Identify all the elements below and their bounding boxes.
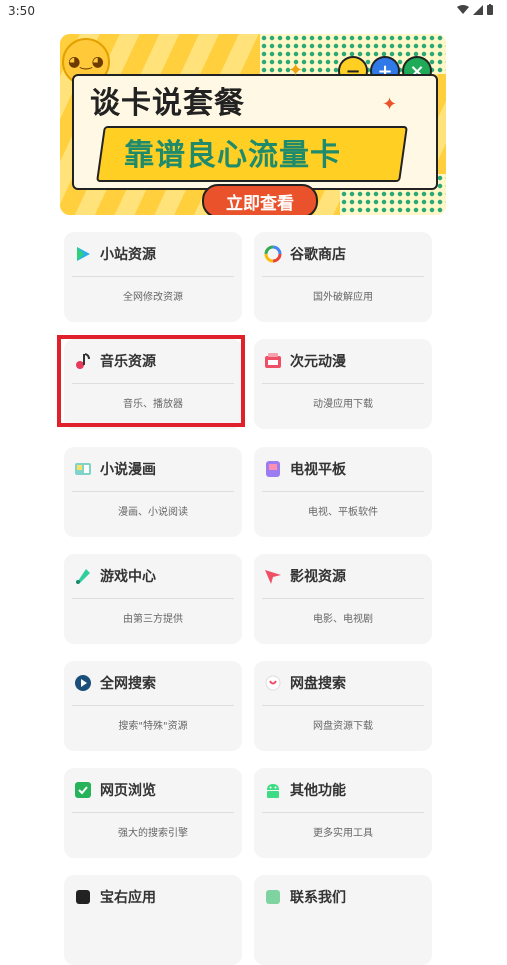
card-other-functions[interactable]: 其他功能 更多实用工具	[254, 768, 432, 858]
card-game-center[interactable]: 游戏中心 由第三方提供	[64, 554, 242, 644]
highlight-box	[57, 335, 245, 427]
game-icon	[74, 567, 92, 585]
card-title: 网盘搜索	[290, 676, 346, 692]
promo-banner[interactable]: ◕‿◕ − + × ✦ ✦ 谈卡说套餐 靠谱良心流量卡 立即查看	[60, 34, 446, 215]
card-cloud-search[interactable]: 网盘搜索 网盘资源下载	[254, 661, 432, 751]
card-subtitle: 全网修改资源	[123, 292, 183, 303]
signal-icon	[473, 4, 483, 15]
card-subtitle: 由第三方提供	[123, 614, 183, 625]
card-xiaozhan[interactable]: 小站资源 全网修改资源	[64, 232, 242, 322]
card-header: 小说漫画	[64, 447, 242, 491]
shield-icon	[74, 781, 92, 799]
card-header: 电视平板	[254, 447, 432, 491]
android-icon	[264, 781, 282, 799]
card-header: 网页浏览	[64, 768, 242, 812]
card-title: 联系我们	[290, 890, 346, 906]
banner-headline: 谈卡说套餐	[90, 86, 245, 121]
card-subtitle: 更多实用工具	[313, 828, 373, 839]
anime-icon	[264, 352, 282, 370]
card-divider	[72, 705, 234, 706]
status-icons	[457, 4, 493, 15]
card-divider	[72, 491, 234, 492]
card-bottom-left[interactable]: 宝右应用	[64, 875, 242, 965]
card-title: 电视平板	[290, 462, 346, 478]
card-divider	[72, 598, 234, 599]
status-bar: 3:50	[0, 0, 507, 24]
card-header: 其他功能	[254, 768, 432, 812]
card-google-store[interactable]: 谷歌商店 国外破解应用	[254, 232, 432, 322]
card-tv-tablet[interactable]: 电视平板 电视、平板软件	[254, 447, 432, 537]
card-divider	[262, 276, 424, 277]
card-title: 小站资源	[100, 247, 156, 263]
card-subtitle: 网盘资源下载	[313, 721, 373, 732]
card-web-browse[interactable]: 网页浏览 强大的搜索引擎	[64, 768, 242, 858]
card-header: 次元动漫	[254, 339, 432, 383]
play-icon	[74, 245, 92, 263]
card-novel-comic[interactable]: 小说漫画 漫画、小说阅读	[64, 447, 242, 537]
card-anime[interactable]: 次元动漫 动漫应用下载	[254, 339, 432, 429]
battery-icon	[487, 4, 493, 15]
card-title: 谷歌商店	[290, 247, 346, 263]
card-header: 联系我们	[254, 875, 432, 919]
card-header: 谷歌商店	[254, 232, 432, 276]
video-icon	[264, 567, 282, 585]
banner-cta-button[interactable]: 立即查看	[202, 184, 318, 215]
card-contact[interactable]: 联系我们	[254, 875, 432, 965]
card-title: 宝右应用	[100, 890, 156, 906]
card-divider	[262, 812, 424, 813]
card-divider	[72, 812, 234, 813]
card-header: 宝右应用	[64, 875, 242, 919]
card-divider	[262, 383, 424, 384]
cloud-icon	[264, 674, 282, 692]
card-divider	[262, 491, 424, 492]
card-header: 游戏中心	[64, 554, 242, 598]
book-icon	[74, 460, 92, 478]
banner-subline: 靠谱良心流量卡	[124, 138, 341, 173]
card-subtitle: 国外破解应用	[313, 292, 373, 303]
card-title: 游戏中心	[100, 569, 156, 585]
app-icon	[74, 888, 92, 906]
sparkle-icon: ✦	[382, 94, 398, 115]
card-header: 全网搜索	[64, 661, 242, 705]
card-title: 全网搜索	[100, 676, 156, 692]
card-header: 影视资源	[254, 554, 432, 598]
card-subtitle: 漫画、小说阅读	[118, 507, 188, 518]
card-divider	[262, 598, 424, 599]
card-header: 小站资源	[64, 232, 242, 276]
tv-icon	[264, 460, 282, 478]
contact-icon	[264, 888, 282, 906]
card-video[interactable]: 影视资源 电影、电视剧	[254, 554, 432, 644]
sparkle-icon: ✦	[288, 60, 304, 81]
card-title: 小说漫画	[100, 462, 156, 478]
card-subtitle: 电视、平板软件	[308, 507, 378, 518]
google-icon	[264, 245, 282, 263]
card-web-search[interactable]: 全网搜索 搜索"特殊"资源	[64, 661, 242, 751]
card-divider	[72, 276, 234, 277]
card-title: 次元动漫	[290, 354, 346, 370]
search-icon	[74, 674, 92, 692]
card-subtitle: 强大的搜索引擎	[118, 828, 188, 839]
card-title: 网页浏览	[100, 783, 156, 799]
card-title: 影视资源	[290, 569, 346, 585]
card-header: 网盘搜索	[254, 661, 432, 705]
card-title: 其他功能	[290, 783, 346, 799]
status-time: 3:50	[8, 4, 35, 18]
card-subtitle: 搜索"特殊"资源	[118, 721, 188, 732]
card-subtitle: 动漫应用下载	[313, 399, 373, 410]
card-subtitle: 电影、电视剧	[313, 614, 373, 625]
wifi-icon	[457, 4, 469, 14]
card-divider	[262, 705, 424, 706]
